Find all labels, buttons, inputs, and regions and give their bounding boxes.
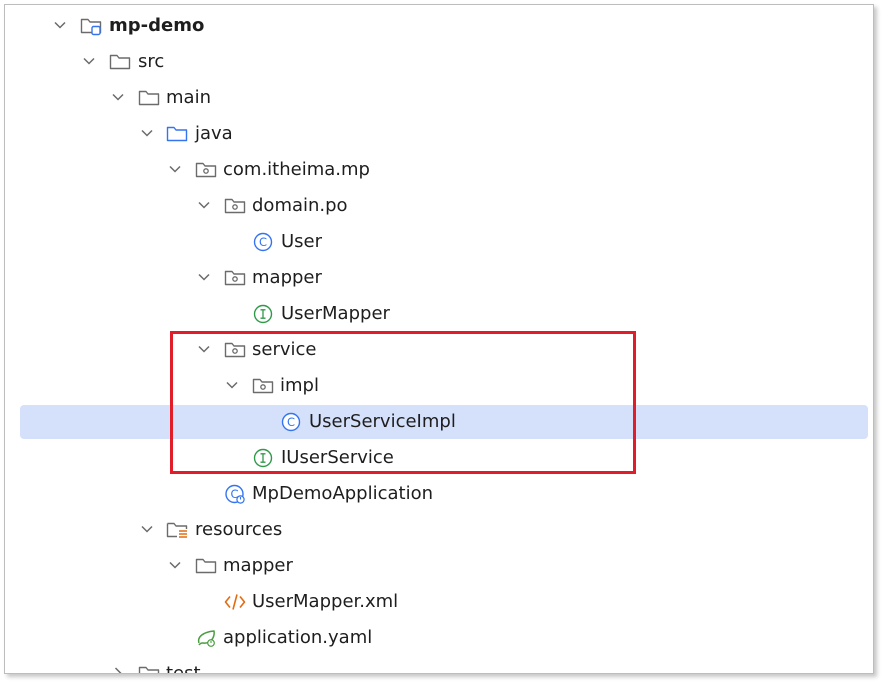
tree-row-test[interactable]: test xyxy=(5,656,873,674)
tree-row-main[interactable]: main xyxy=(5,80,873,116)
tree-row-class[interactable]: C MpDemoApplication xyxy=(5,476,873,512)
module-folder-icon xyxy=(80,18,102,36)
tree-item-label: mapper xyxy=(252,267,322,288)
chevron-right-icon[interactable] xyxy=(110,665,126,674)
package-icon xyxy=(224,198,246,214)
tree-row-interface[interactable]: UserMapper xyxy=(5,296,873,332)
tree-row-file[interactable]: UserMapper.xml xyxy=(5,584,873,620)
folder-icon xyxy=(109,54,131,70)
tree-row-src[interactable]: src xyxy=(5,44,873,80)
interface-icon xyxy=(253,304,273,324)
tree-item-label: MpDemoApplication xyxy=(252,483,434,504)
chevron-down-icon[interactable] xyxy=(196,269,212,285)
tree-row-folder[interactable]: mapper xyxy=(5,548,873,584)
tree-row-file[interactable]: application.yaml xyxy=(5,620,873,656)
tree-row-mp-demo[interactable]: mp-demo xyxy=(5,8,873,44)
tree-row-class[interactable]: C User xyxy=(5,224,873,260)
tree-row-resources[interactable]: resources xyxy=(5,512,873,548)
chevron-down-icon[interactable] xyxy=(167,161,183,177)
tree-item-label: mapper xyxy=(223,555,293,576)
svg-text:C: C xyxy=(259,235,267,249)
tree-row-package[interactable]: domain.po xyxy=(5,188,873,224)
chevron-down-icon[interactable] xyxy=(110,89,126,105)
chevron-down-icon[interactable] xyxy=(167,557,183,573)
tree-item-label: application.yaml xyxy=(223,627,373,648)
folder-icon xyxy=(138,666,160,673)
tree-row-package[interactable]: mapper xyxy=(5,260,873,296)
tree-item-label: resources xyxy=(195,519,283,540)
tree-item-label: User xyxy=(281,231,323,252)
tree-item-label: java xyxy=(195,123,233,144)
spring-boot-class-icon: C xyxy=(225,484,245,504)
tree-row-java[interactable]: java xyxy=(5,116,873,152)
folder-icon xyxy=(195,558,217,574)
resources-folder-icon xyxy=(166,522,188,538)
annotation-highlight-box xyxy=(170,331,636,474)
tree-item-label: test xyxy=(166,663,201,674)
tree-item-label: domain.po xyxy=(252,195,348,216)
chevron-down-icon[interactable] xyxy=(81,53,97,69)
class-icon: C xyxy=(253,232,273,252)
chevron-down-icon[interactable] xyxy=(52,17,68,33)
tree-item-label: UserMapper.xml xyxy=(252,591,399,612)
tree-item-label: main xyxy=(166,87,211,108)
chevron-down-icon[interactable] xyxy=(139,521,155,537)
chevron-down-icon[interactable] xyxy=(196,197,212,213)
source-folder-icon xyxy=(166,126,188,142)
chevron-down-icon[interactable] xyxy=(139,125,155,141)
tree-item-label: UserMapper xyxy=(281,303,390,324)
package-icon xyxy=(195,162,217,178)
tree-item-label: src xyxy=(138,51,165,72)
folder-icon xyxy=(138,90,160,106)
tree-item-label: com.itheima.mp xyxy=(223,159,370,180)
tree-row-package[interactable]: com.itheima.mp xyxy=(5,152,873,188)
project-tree-panel: mp-demo src main java com.itheima.mp dom… xyxy=(4,4,874,674)
spring-yaml-icon xyxy=(197,630,215,647)
package-icon xyxy=(224,270,246,286)
xml-file-icon xyxy=(224,594,246,610)
tree-item-label: mp-demo xyxy=(109,15,205,36)
